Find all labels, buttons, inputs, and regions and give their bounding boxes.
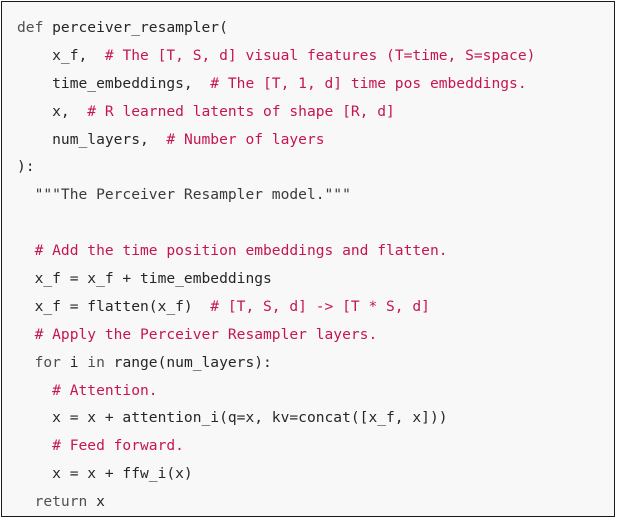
code-line: """The Perceiver Resampler model.""" [17,181,535,209]
keyword-token: for [34,353,61,371]
code-token: x, [17,102,88,120]
comment-token: # Feed forward. [17,437,184,455]
code-line: # Attention. [17,377,535,405]
code-token: time_embeddings, [17,74,211,92]
code-token: range(num_layers): [104,353,272,371]
code-panel: def perceiver_resampler( x_f, # The [T, … [1,1,615,517]
code-token: x_f = x_f + time_embeddings [17,270,272,288]
code-token: num_layers, [17,130,167,148]
comment-token: # [T, S, d] -> [T * S, d] [210,297,430,315]
comment-token: # Add the time position embeddings and f… [17,242,448,260]
comment-token: # R learned latents of shape [R, d] [87,102,395,120]
keyword-token: in [87,353,105,371]
code-token: perceiver_resampler( [43,19,228,36]
docstring-token: """The Perceiver Resampler model.""" [17,186,351,204]
keyword-token: return [34,493,88,511]
code-token: i [60,353,88,371]
code-line: x = x + attention_i(q=x, kv=concat([x_f,… [17,404,535,432]
code-line: num_layers, # Number of layers [17,126,535,154]
comment-token: # Attention. [17,381,158,399]
code-block: def perceiver_resampler( x_f, # The [T, … [17,14,535,516]
code-token: x [87,493,105,511]
code-token: ): [17,158,35,176]
code-line: x_f = x_f + time_embeddings [17,265,535,293]
code-line: ): [17,153,535,181]
code-line: def perceiver_resampler( [17,14,535,42]
code-line: # Apply the Perceiver Resampler layers. [17,321,535,349]
code-line: x, # R learned latents of shape [R, d] [17,98,535,126]
code-line: x_f = flatten(x_f) # [T, S, d] -> [T * S… [17,293,535,321]
comment-token: # The [T, S, d] visual features (T=time,… [104,46,536,64]
code-token: x_f = flatten(x_f) [17,297,211,315]
code-line: return x [17,488,535,516]
code-line: x = x + ffw_i(x) [17,460,535,488]
comment-token: # Number of layers [166,130,325,148]
code-line: # Feed forward. [17,432,535,460]
code-line: # Add the time position embeddings and f… [17,237,535,265]
comment-token: # Apply the Perceiver Resampler layers. [17,325,378,343]
code-line: x_f, # The [T, S, d] visual features (T=… [17,42,535,70]
code-token: x_f, [17,46,105,64]
comment-token: # The [T, 1, d] time pos embeddings. [210,74,527,92]
keyword-token: def [17,19,44,36]
code-line: for i in range(num_layers): [17,349,535,377]
code-token: x = x + ffw_i(x) [17,465,193,483]
code-token: x = x + attention_i(q=x, kv=concat([x_f,… [17,409,448,427]
code-line: time_embeddings, # The [T, 1, d] time po… [17,70,535,98]
